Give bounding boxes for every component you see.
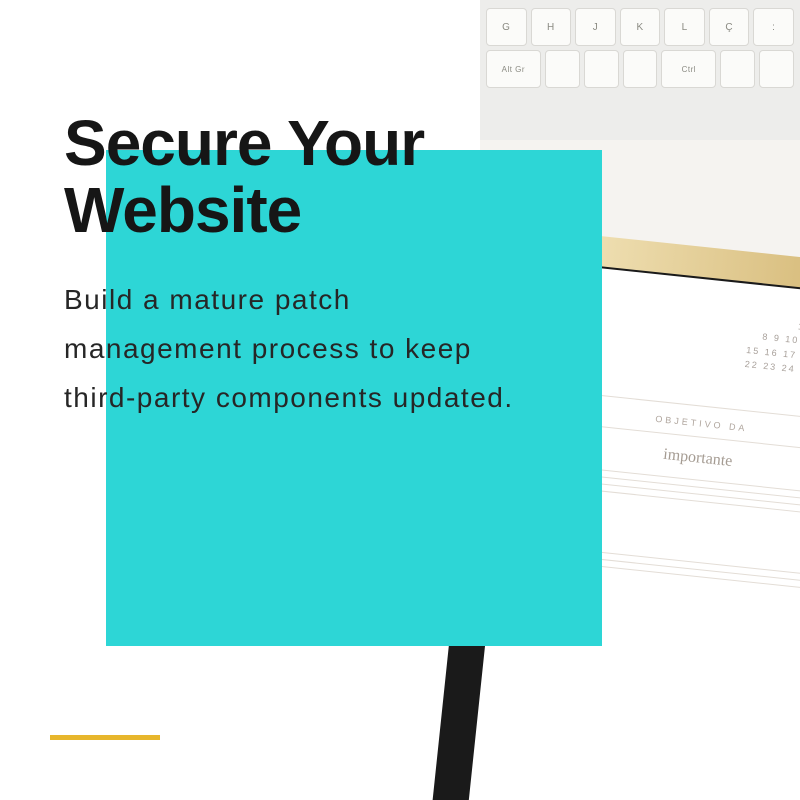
keyboard-row: Alt Gr Ctrl [486,50,794,88]
key [584,50,619,88]
keyboard-row: G H J K L Ç : [486,8,794,46]
key: G [486,8,527,46]
key: H [531,8,572,46]
key [759,50,794,88]
key [623,50,658,88]
key-modifier: Alt Gr [486,50,541,88]
key [545,50,580,88]
key-modifier: Ctrl [661,50,716,88]
key [720,50,755,88]
key: Ç [709,8,750,46]
subtext: Build a mature patch management process … [64,275,534,422]
accent-rule [50,735,160,740]
keyboard: G H J K L Ç : Alt Gr Ctrl [480,0,800,140]
key: : [753,8,794,46]
key: K [620,8,661,46]
key: L [664,8,705,46]
key: J [575,8,616,46]
headline: Secure Your Website [64,110,424,244]
